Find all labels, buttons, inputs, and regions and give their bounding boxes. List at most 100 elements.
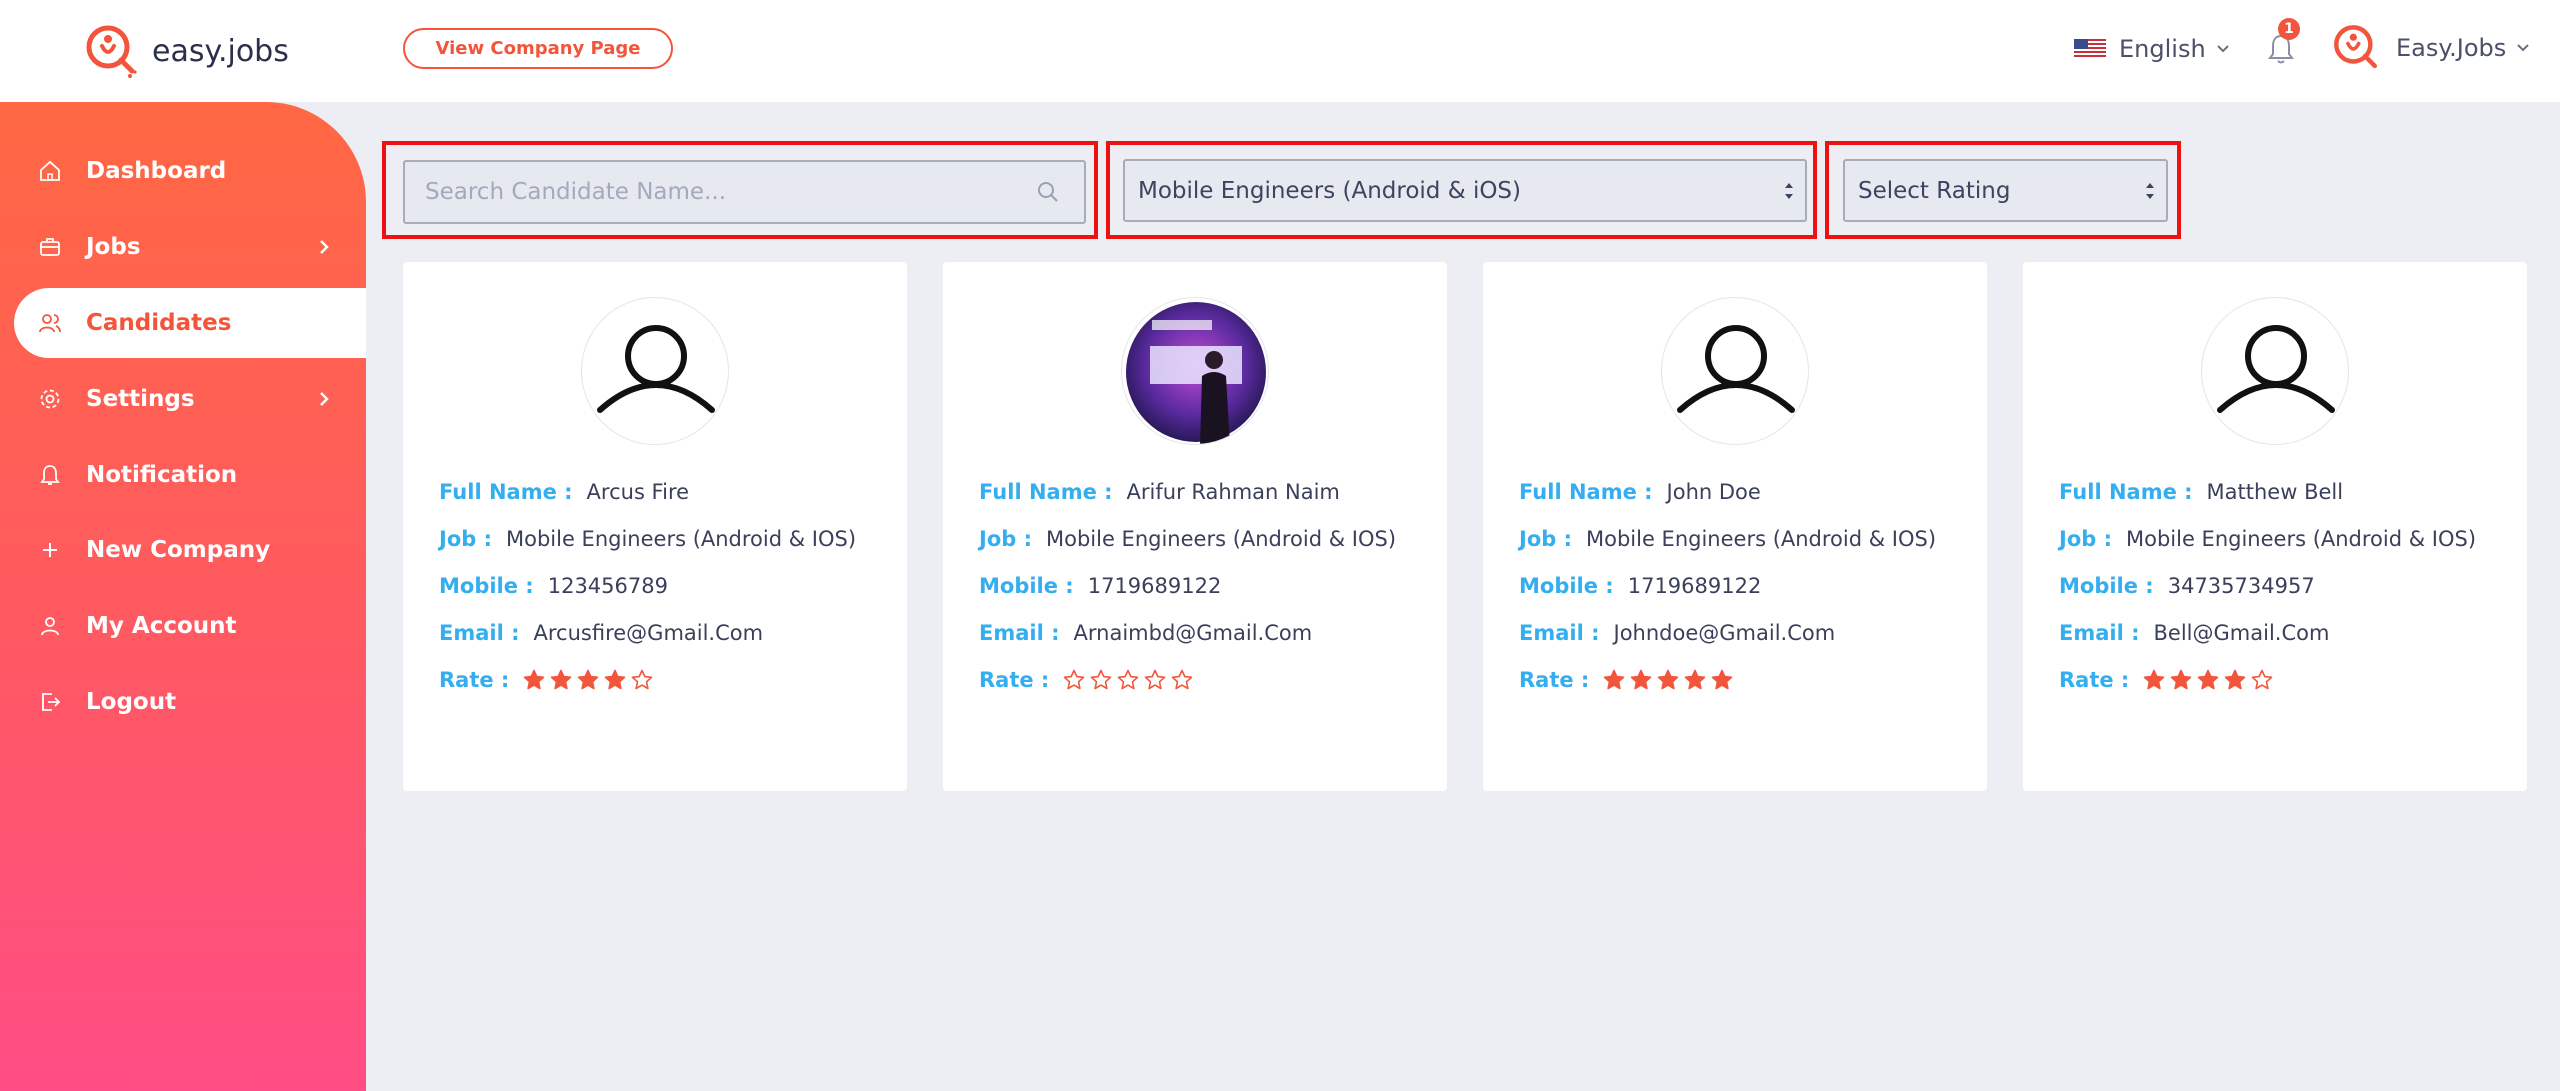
candidate-search-input[interactable] [405,162,1036,222]
candidate-email-row: Email : Bell@Gmail.Com [2059,621,2329,645]
candidate-email-value: Arcusfire@Gmail.Com [533,621,764,645]
candidate-email-row: Email : Arcusfire@Gmail.Com [439,621,763,645]
app-logo[interactable]: easy.jobs [82,22,289,80]
candidate-email-label: Email : [1519,621,1600,645]
star-filled-icon[interactable] [523,669,545,691]
view-company-page-button[interactable]: View Company Page [403,28,673,69]
star-rating[interactable] [1063,669,1198,691]
star-outline-icon[interactable] [1171,669,1193,691]
candidate-mobile-value: 1719689122 [1627,574,1762,598]
plus-icon [43,543,57,557]
star-outline-icon[interactable] [2251,669,2273,691]
candidate-job-value: Mobile Engineers (Android & IOS) [1045,527,1397,551]
candidate-job-label: Job : [439,527,492,551]
sidebar-item-my-account[interactable]: My Account [14,591,366,661]
briefcase-icon [40,238,60,256]
candidate-full-name-value: Arifur Rahman Naim [1126,480,1340,504]
candidate-job-row: Job : Mobile Engineers (Android & IOS) [439,527,856,551]
star-filled-icon[interactable] [1711,669,1733,691]
sidebar: Dashboard Jobs Candidates Settings Notif… [0,102,366,1091]
candidate-mobile-value: 34735734957 [2167,574,2315,598]
candidate-card[interactable]: Full Name : John Doe Job : Mobile Engineers… [1483,262,1987,791]
star-filled-icon[interactable] [2197,669,2219,691]
search-field[interactable] [403,160,1086,224]
candidate-mobile-row: Mobile : 1719689122 [979,574,1221,598]
account-name: Easy.Jobs [2396,34,2507,62]
sidebar-item-label: Logout [86,689,177,715]
candidate-avatar[interactable] [1661,297,1809,445]
star-filled-icon[interactable] [577,669,599,691]
default-user-icon [2217,325,2335,413]
candidate-rate-label: Rate : [2059,668,2130,692]
sidebar-item-jobs[interactable]: Jobs [14,212,366,282]
candidate-avatar[interactable] [581,297,729,445]
star-outline-icon[interactable] [1090,669,1112,691]
star-rating[interactable] [1603,669,1738,691]
candidate-job-row: Job : Mobile Engineers (Android & IOS) [979,527,1396,551]
default-user-icon [597,325,715,413]
candidate-email-value: Bell@Gmail.Com [2153,621,2330,645]
star-filled-icon[interactable] [1630,669,1652,691]
notification-count-badge: 1 [2278,18,2300,40]
candidate-email-label: Email : [979,621,1060,645]
star-filled-icon[interactable] [2170,669,2192,691]
sidebar-item-notification[interactable]: Notification [14,440,366,510]
language-selector[interactable]: English [2074,30,2230,68]
star-filled-icon[interactable] [604,669,626,691]
star-filled-icon[interactable] [2224,669,2246,691]
sidebar-item-label: My Account [86,613,237,639]
star-outline-icon[interactable] [631,669,653,691]
star-outline-icon[interactable] [1063,669,1085,691]
chevron-down-icon [2517,44,2530,52]
sidebar-item-label: Settings [86,386,195,412]
user-icon [41,617,59,636]
candidate-avatar[interactable] [1121,297,1269,445]
job-filter-value: Mobile Engineers (Android & iOS) [1138,177,1522,204]
default-user-icon [1677,325,1795,413]
candidate-mobile-label: Mobile : [2059,574,2154,598]
star-filled-icon[interactable] [550,669,572,691]
candidate-job-value: Mobile Engineers (Android & IOS) [2125,527,2477,551]
candidate-email-row: Email : Johndoe@Gmail.Com [1519,621,1835,645]
easyjobs-logo-icon [86,25,137,78]
rating-filter-select[interactable]: Select Rating [1843,159,2168,222]
star-outline-icon[interactable] [1117,669,1139,691]
star-filled-icon[interactable] [1657,669,1679,691]
candidate-card[interactable]: Full Name : Arifur Rahman Naim Job : Mobile… [943,262,1447,791]
candidate-rate-row: Rate : [1519,668,1738,692]
candidate-rate-label: Rate : [979,668,1050,692]
star-rating[interactable] [2143,669,2278,691]
candidate-avatar[interactable] [2201,297,2349,445]
candidate-mobile-row: Mobile : 1719689122 [1519,574,1761,598]
sidebar-item-candidates[interactable]: Candidates [14,288,366,358]
candidate-full-name-value: Arcus Fire [586,480,690,504]
sidebar-item-new-company[interactable]: New Company [14,515,366,585]
sidebar-item-label: New Company [86,537,271,563]
sidebar-item-settings[interactable]: Settings [14,364,366,434]
candidate-card[interactable]: Full Name : Matthew Bell Job : Mobile Engin… [2023,262,2527,791]
candidate-job-label: Job : [979,527,1032,551]
star-filled-icon[interactable] [2143,669,2165,691]
star-outline-icon[interactable] [1144,669,1166,691]
candidate-rate-label: Rate : [439,668,510,692]
sidebar-item-logout[interactable]: Logout [14,667,366,737]
candidate-email-row: Email : Arnaimbd@Gmail.Com [979,621,1312,645]
candidate-full-name-row: Full Name : John Doe [1519,480,1761,504]
select-arrows-icon [2146,182,2154,199]
account-menu[interactable]: Easy.Jobs [2330,22,2530,74]
candidate-full-name-label: Full Name : [1519,480,1653,504]
star-rating[interactable] [523,669,658,691]
home-icon [40,160,60,181]
sidebar-item-dashboard[interactable]: Dashboard [14,136,366,206]
candidate-rate-label: Rate : [1519,668,1590,692]
star-filled-icon[interactable] [1603,669,1625,691]
candidate-full-name-row: Full Name : Arifur Rahman Naim [979,480,1340,504]
candidate-card[interactable]: Full Name : Arcus Fire Job : Mobile Enginee… [403,262,907,791]
candidate-mobile-row: Mobile : 34735734957 [2059,574,2315,598]
candidate-full-name-value: John Doe [1666,480,1761,504]
star-filled-icon[interactable] [1684,669,1706,691]
candidate-email-label: Email : [2059,621,2140,645]
sidebar-item-label: Jobs [86,234,141,260]
job-filter-select[interactable]: Mobile Engineers (Android & iOS) [1123,159,1807,222]
candidate-email-label: Email : [439,621,520,645]
